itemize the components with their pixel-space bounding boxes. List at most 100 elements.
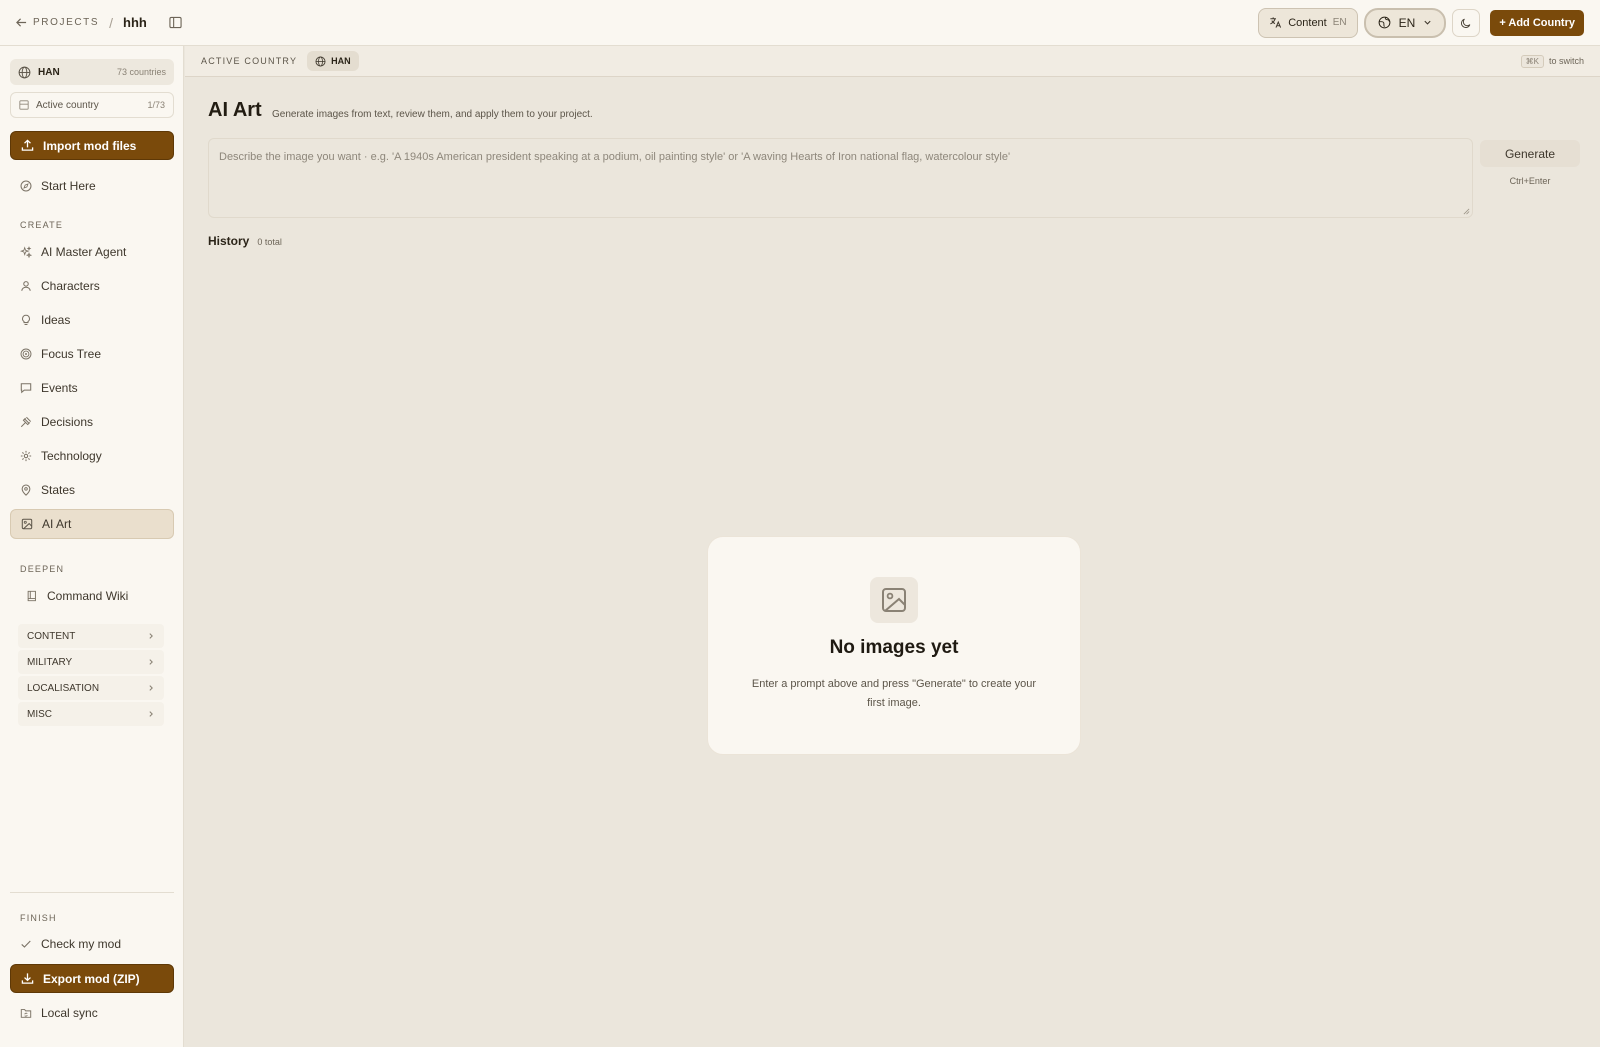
- sidebar-item-label: Start Here: [41, 179, 96, 193]
- map-pin-icon: [21, 484, 31, 496]
- project-name: hhh: [123, 15, 147, 30]
- prompt-placeholder: Describe the image you want · e.g. 'A 19…: [219, 151, 1011, 163]
- chevron-right-icon: [149, 659, 153, 665]
- sidebar-item-label: Decisions: [41, 415, 94, 429]
- sidebar-toggle-button[interactable]: [169, 16, 182, 29]
- language-label: EN: [1398, 15, 1416, 30]
- sidebar-item-events[interactable]: Events: [10, 373, 174, 403]
- folder-sync-icon: [20, 1009, 32, 1018]
- sidebar-group-label: MILITARY: [27, 656, 73, 668]
- generate-shortcut-hint: Ctrl+Enter: [1509, 176, 1551, 186]
- sidebar-item-technology[interactable]: Technology: [10, 441, 174, 471]
- sidebar-item-label: AI Master Agent: [41, 245, 127, 259]
- active-country-indicator[interactable]: Active country 1/73: [10, 92, 174, 118]
- sidebar-item-label: Check my mod: [41, 937, 122, 951]
- top-bar: PROJECTS / hhh Content EN EN + Add Count…: [0, 0, 1600, 46]
- sidebar-item-ai-art[interactable]: AI Art: [10, 509, 174, 539]
- sidebar-item-characters[interactable]: Characters: [10, 271, 174, 301]
- sidebar-item-local-sync[interactable]: Local sync: [10, 998, 174, 1028]
- lightbulb-icon: [22, 314, 30, 326]
- history-header: History 0 total: [208, 234, 282, 248]
- empty-state-description: Enter a prompt above and press "Generate…: [751, 678, 1037, 709]
- globe-icon: [18, 66, 31, 78]
- export-mod-button[interactable]: Export mod (ZIP): [10, 964, 174, 993]
- content-language-button[interactable]: Content EN: [1258, 7, 1358, 38]
- user-icon: [21, 281, 31, 291]
- history-count: 0 total: [257, 237, 282, 247]
- sidebar-item-check-my-mod[interactable]: Check my mod: [10, 929, 174, 959]
- theme-toggle-button[interactable]: [1452, 8, 1481, 37]
- sidebar-item-label: States: [41, 483, 76, 497]
- breadcrumb: PROJECTS / hhh: [16, 15, 182, 31]
- sidebar-item-label: Characters: [41, 279, 100, 293]
- empty-state-card: No images yet Enter a prompt above and p…: [707, 536, 1081, 755]
- active-country-position: 1/73: [147, 100, 165, 110]
- country-selector[interactable]: HAN 73 countries: [10, 59, 174, 85]
- country-count: 73 countries: [116, 67, 166, 77]
- country-code: HAN: [38, 66, 60, 78]
- check-icon: [21, 940, 31, 948]
- language-select[interactable]: EN: [1363, 7, 1447, 38]
- chevron-down-icon: [1424, 20, 1431, 25]
- sidebar-group-localisation[interactable]: LOCALISATION: [18, 676, 164, 700]
- page-subtitle: Generate images from text, review them, …: [272, 109, 593, 120]
- back-to-projects-link[interactable]: PROJECTS: [16, 17, 99, 28]
- page-title: AI Art: [208, 99, 262, 121]
- upload-icon: [21, 139, 34, 151]
- sidebar-item-label: Focus Tree: [41, 347, 102, 361]
- chevron-right-icon: [149, 633, 153, 639]
- prompt-input[interactable]: Describe the image you want · e.g. 'A 19…: [208, 138, 1473, 218]
- content-lang-code: EN: [1332, 17, 1347, 28]
- sidebar-group-content[interactable]: CONTENT: [18, 624, 164, 648]
- gear-icon: [20, 450, 32, 462]
- sidebar-item-states[interactable]: States: [10, 475, 174, 505]
- breadcrumb-separator: /: [109, 14, 114, 31]
- history-label: History: [208, 234, 250, 248]
- sidebar-item-ai-master-agent[interactable]: AI Master Agent: [10, 237, 174, 267]
- export-label: Export mod (ZIP): [43, 971, 140, 986]
- panel-left-icon: [169, 16, 182, 29]
- content-label: Content: [1288, 16, 1327, 29]
- sidebar-item-start-here[interactable]: Start Here: [10, 171, 174, 201]
- arrow-left-icon: [16, 18, 27, 27]
- moon-icon: [1461, 18, 1471, 28]
- shortcut-hint-text: to switch: [1548, 56, 1584, 66]
- active-country-badge[interactable]: HAN: [307, 51, 359, 71]
- sidebar-item-ideas[interactable]: Ideas: [10, 305, 174, 335]
- sidebar-group-label: LOCALISATION: [27, 682, 100, 694]
- globe-icon: [1378, 16, 1391, 29]
- sidebar-item-label: AI Art: [42, 517, 72, 531]
- sidebar-item-focus-tree[interactable]: Focus Tree: [10, 339, 174, 369]
- sparkles-icon: [20, 246, 32, 258]
- resize-handle-icon[interactable]: [1463, 208, 1470, 215]
- sidebar-item-label: Command Wiki: [47, 589, 129, 603]
- target-icon: [20, 348, 32, 360]
- gavel-icon: [20, 416, 32, 428]
- sidebar-item-label: Ideas: [41, 313, 71, 327]
- section-label-finish: FINISH: [20, 913, 57, 923]
- sidebar-item-label: Local sync: [41, 1006, 98, 1020]
- sidebar-group-label: MISC: [27, 708, 52, 720]
- book-icon: [27, 590, 36, 602]
- shortcut-key: ⌘K: [1520, 54, 1544, 68]
- globe-icon: [315, 56, 326, 66]
- active-country-label: Active country: [36, 99, 99, 111]
- sidebar-group-misc[interactable]: MISC: [18, 702, 164, 726]
- sidebar-item-label: Technology: [41, 449, 102, 463]
- sidebar-divider: [10, 892, 174, 893]
- generate-button[interactable]: Generate: [1480, 140, 1580, 167]
- import-mod-files-button[interactable]: Import mod files: [10, 131, 174, 160]
- compass-icon: [20, 180, 32, 192]
- sidebar-item-decisions[interactable]: Decisions: [10, 407, 174, 437]
- download-icon: [21, 973, 34, 984]
- chevron-right-icon: [149, 685, 153, 691]
- sidebar-item-command-wiki[interactable]: Command Wiki: [16, 581, 180, 611]
- empty-state-title: No images yet: [829, 637, 959, 658]
- add-country-button[interactable]: + Add Country: [1490, 9, 1584, 36]
- sidebar-group-label: CONTENT: [27, 630, 76, 642]
- chevron-right-icon: [149, 711, 153, 717]
- translate-icon: [1270, 17, 1282, 28]
- section-label-deepen: DEEPEN: [20, 564, 65, 574]
- sidebar-group-military[interactable]: MILITARY: [18, 650, 164, 674]
- section-label-create: CREATE: [20, 220, 64, 230]
